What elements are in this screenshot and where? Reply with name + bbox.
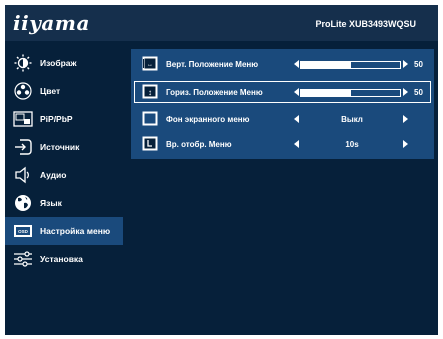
osd-settings-icon: OSD: [14, 225, 32, 237]
sidebar-item-label: Изображ: [40, 58, 77, 68]
svg-text:↕: ↕: [148, 88, 152, 97]
sidebar-item-picture[interactable]: Изображ: [5, 49, 123, 77]
sidebar-item-label: Цвет: [40, 86, 61, 96]
settings-panel: ↔ Верт. Положение Меню 50 ↕ Гориз. Полож…: [131, 49, 434, 159]
sidebar-item-pip-pbp[interactable]: PiP/PbP: [5, 105, 123, 133]
decrease-arrow-icon[interactable]: [294, 115, 299, 123]
sliders-icon: [14, 251, 32, 267]
sidebar-item-setup[interactable]: Установка: [5, 245, 123, 273]
decrease-arrow-icon[interactable]: [294, 140, 299, 148]
model-name: ProLite XUB3493WQSU: [315, 19, 416, 29]
color-palette-icon: [14, 82, 32, 100]
sidebar-item-audio[interactable]: Аудио: [5, 161, 123, 189]
sidebar-item-input[interactable]: Источник: [5, 133, 123, 161]
vertical-position-slider[interactable]: [300, 61, 401, 69]
increase-arrow-icon[interactable]: [403, 88, 408, 96]
sidebar-item-label: PiP/PbP: [40, 114, 73, 124]
row-value: 10s: [345, 140, 359, 149]
osd-menu: iiyama ProLite XUB3493WQSU Изображ Цвет …: [5, 5, 438, 335]
svg-text:↔: ↔: [147, 62, 153, 68]
row-horizontal-position[interactable]: ↕ Гориз. Положение Меню 50: [134, 81, 431, 103]
increase-arrow-icon[interactable]: [403, 60, 408, 68]
row-value: 50: [414, 60, 423, 69]
header-bar: iiyama ProLite XUB3493WQSU: [5, 5, 438, 41]
sidebar-item-label: Установка: [40, 254, 83, 264]
sidebar-item-label: Настройка меню: [40, 226, 111, 236]
globe-icon: [15, 195, 31, 211]
sidebar: Изображ Цвет PiP/PbP Источник Аудио Язык…: [5, 49, 127, 273]
sidebar-item-language[interactable]: Язык: [5, 189, 123, 217]
row-menu-background[interactable]: Фон экранного меню Выкл: [134, 108, 431, 130]
row-vertical-position[interactable]: ↔ Верт. Положение Меню 50: [134, 53, 431, 75]
row-label: Гориз. Положение Меню: [166, 88, 263, 97]
sidebar-item-label: Язык: [40, 198, 62, 208]
speaker-icon: [15, 166, 29, 184]
row-value: Выкл: [341, 115, 363, 124]
pip-icon: [13, 111, 33, 127]
svg-text:OSD: OSD: [18, 229, 29, 234]
menu-background-icon: [142, 111, 158, 126]
slider-remaining: [350, 90, 400, 96]
brightness-icon: [14, 54, 32, 72]
row-label: Верт. Положение Меню: [166, 60, 259, 69]
horizontal-position-slider[interactable]: [300, 89, 401, 97]
input-source-icon: [15, 139, 32, 155]
sidebar-item-color[interactable]: Цвет: [5, 77, 123, 105]
sidebar-item-osd-settings[interactable]: OSD Настройка меню: [5, 217, 123, 245]
vertical-position-icon: ↔: [142, 56, 158, 71]
row-label: Фон экранного меню: [166, 115, 250, 124]
row-menu-timer[interactable]: Вр. отобр. Меню 10s: [134, 133, 431, 155]
menu-timer-icon: [142, 136, 158, 151]
increase-arrow-icon[interactable]: [403, 140, 408, 148]
horizontal-position-icon: ↕: [142, 84, 158, 99]
decrease-arrow-icon[interactable]: [294, 60, 299, 68]
slider-remaining: [350, 62, 400, 68]
row-label: Вр. отобр. Меню: [166, 140, 232, 149]
decrease-arrow-icon[interactable]: [294, 88, 299, 96]
increase-arrow-icon[interactable]: [403, 115, 408, 123]
brand-logo: iiyama: [13, 11, 90, 35]
row-value: 50: [414, 88, 423, 97]
sidebar-item-label: Источник: [40, 142, 80, 152]
sidebar-item-label: Аудио: [40, 170, 67, 180]
